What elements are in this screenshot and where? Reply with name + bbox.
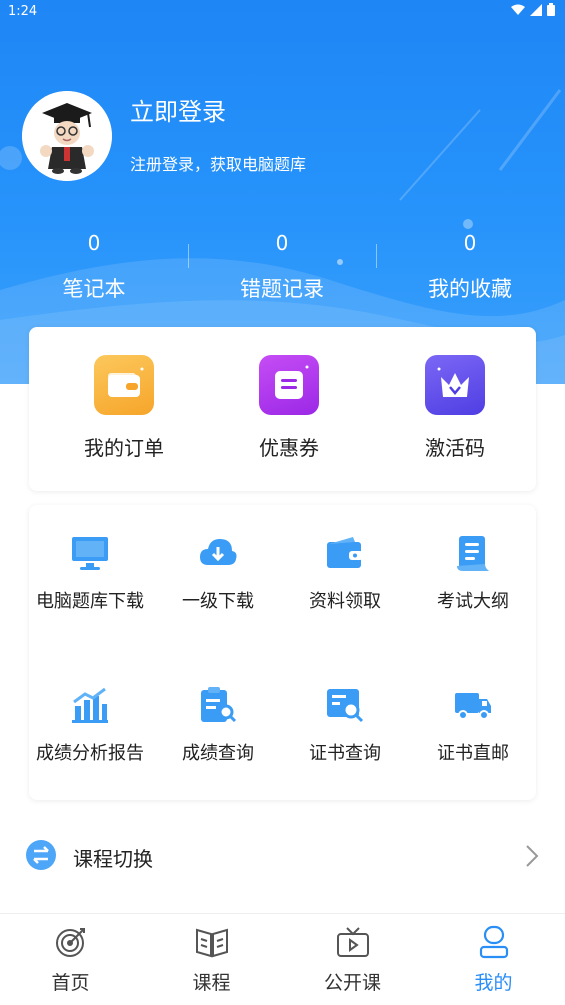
status-icons — [511, 3, 555, 16]
stat-label: 笔记本 — [62, 277, 126, 301]
nav-label: 我的 — [474, 972, 513, 994]
nav-home[interactable]: 首页 — [0, 924, 141, 995]
graduate-avatar-icon — [22, 91, 112, 181]
stat-label: 错题记录 — [240, 277, 324, 301]
stat-value: 0 — [87, 231, 101, 255]
battery-icon — [547, 3, 555, 16]
computer-question-bank-download-button[interactable]: 电脑题库下载 — [27, 533, 153, 613]
tool-label: 成绩分析报告 — [36, 743, 144, 764]
stat-value: 0 — [463, 231, 477, 255]
stat-favorites[interactable]: 0 我的收藏 — [376, 230, 564, 303]
nav-label: 课程 — [192, 972, 231, 994]
quick-actions-card: 我的订单 优惠券 激活码 — [29, 327, 536, 491]
score-analysis-report-button[interactable]: 成绩分析报告 — [27, 685, 153, 765]
tools-card: 电脑题库下载 一级下载 资料领取 考试大纲 成绩分析报告 成绩查询 证书查询 证… — [29, 505, 536, 800]
tv-icon — [282, 924, 423, 960]
wallet-icon — [94, 355, 154, 415]
tool-label: 考试大纲 — [437, 591, 509, 612]
stat-wrong-answers[interactable]: 0 错题记录 — [188, 230, 376, 303]
stat-notebook[interactable]: 0 笔记本 — [0, 230, 188, 303]
level-one-download-button[interactable]: 一级下载 — [155, 533, 281, 613]
activation-code-label: 激活码 — [425, 436, 485, 460]
truck-icon — [453, 685, 493, 725]
my-orders-label: 我的订单 — [84, 436, 164, 460]
coupon-icon — [259, 355, 319, 415]
nav-open-courses[interactable]: 公开课 — [282, 924, 423, 995]
nav-label: 公开课 — [323, 972, 381, 994]
wifi-icon — [511, 4, 525, 15]
certificate-query-button[interactable]: 证书查询 — [282, 685, 408, 765]
status-time: 1:24 — [8, 4, 38, 19]
clipboard-search-icon — [198, 685, 238, 725]
nav-label: 首页 — [51, 972, 90, 994]
my-orders-button[interactable]: 我的订单 — [64, 355, 184, 461]
activation-code-button[interactable]: 激活码 — [395, 355, 515, 461]
user-icon — [423, 924, 564, 960]
signal-icon — [530, 3, 542, 16]
tool-label: 证书直邮 — [437, 743, 509, 764]
coupons-button[interactable]: 优惠券 — [229, 355, 349, 461]
certificate-mail-button[interactable]: 证书直邮 — [410, 685, 536, 765]
tool-label: 一级下载 — [182, 591, 254, 612]
tool-label: 资料领取 — [309, 591, 381, 612]
login-button[interactable]: 立即登录 — [130, 92, 226, 127]
target-icon — [0, 924, 141, 960]
avatar[interactable] — [22, 91, 112, 181]
nav-mine[interactable]: 我的 — [423, 924, 564, 995]
nav-courses[interactable]: 课程 — [141, 924, 282, 995]
wallet-icon — [325, 533, 365, 573]
certificate-search-icon — [325, 685, 365, 725]
course-switch-label: 课程切换 — [73, 847, 153, 871]
cloud-download-icon — [198, 533, 238, 573]
tool-label: 证书查询 — [309, 743, 381, 764]
tool-label: 电脑题库下载 — [36, 591, 144, 612]
crown-icon — [425, 355, 485, 415]
score-query-button[interactable]: 成绩查询 — [155, 685, 281, 765]
course-switch-row[interactable]: 课程切换 — [0, 830, 565, 882]
coupons-label: 优惠券 — [259, 436, 319, 460]
swap-icon — [26, 840, 56, 870]
stat-value: 0 — [275, 231, 289, 255]
book-icon — [141, 924, 282, 960]
tool-label: 成绩查询 — [182, 743, 254, 764]
chevron-right-icon — [526, 845, 539, 867]
status-bar: 1:24 — [0, 0, 565, 22]
login-subtitle: 注册登录，获取电脑题库 — [130, 155, 307, 174]
materials-claim-button[interactable]: 资料领取 — [282, 533, 408, 613]
monitor-icon — [70, 533, 110, 573]
scroll-icon — [453, 533, 493, 573]
bar-chart-icon — [70, 685, 110, 725]
stat-label: 我的收藏 — [428, 277, 512, 301]
exam-syllabus-button[interactable]: 考试大纲 — [410, 533, 536, 613]
bottom-nav: 首页 课程 公开课 我的 — [0, 913, 565, 1005]
